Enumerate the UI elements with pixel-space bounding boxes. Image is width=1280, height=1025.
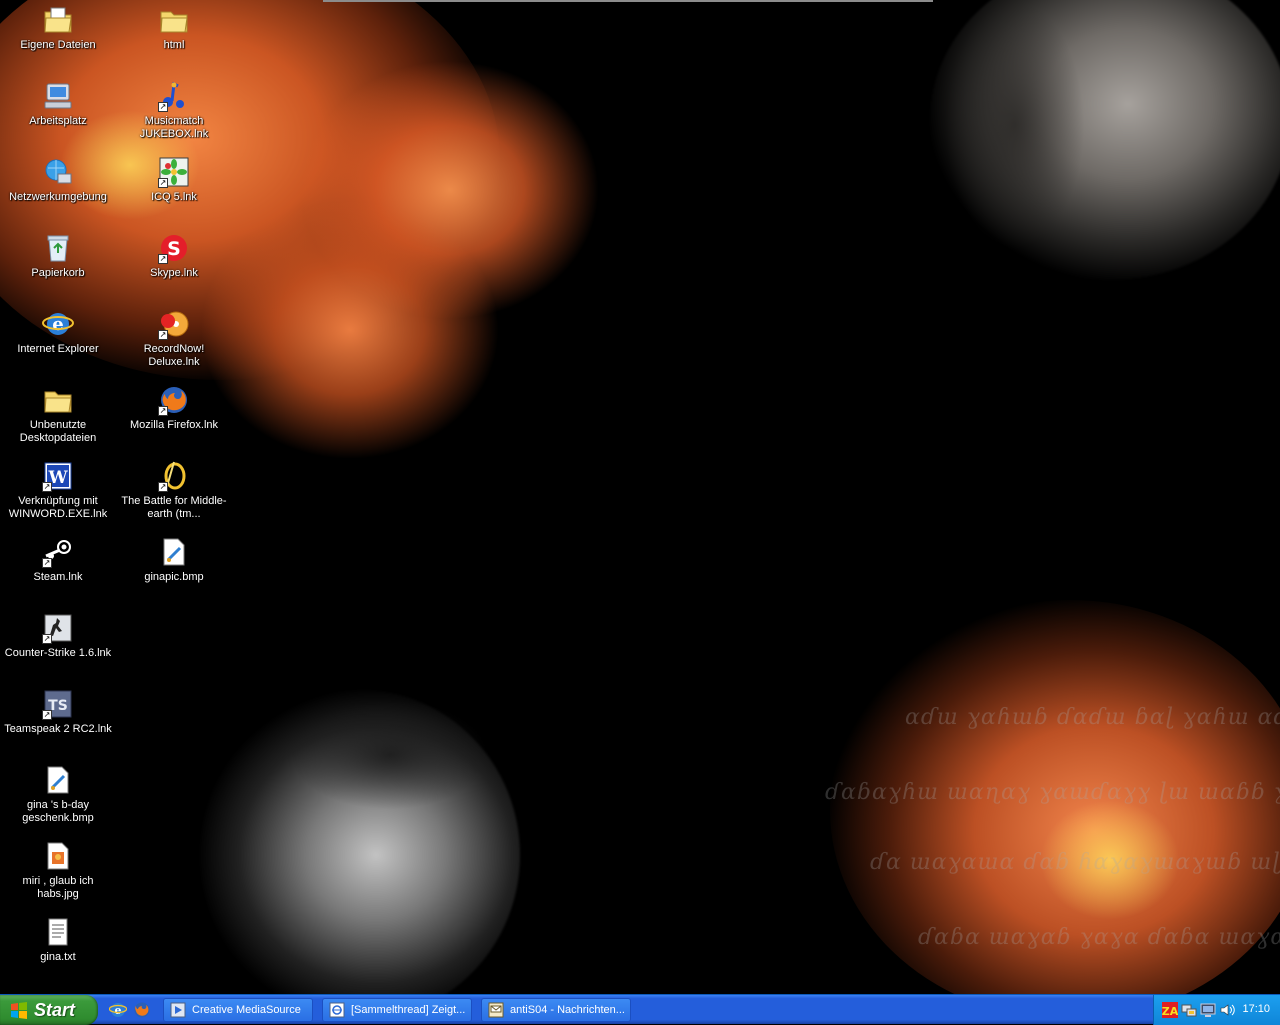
wallpaper-portrait-hair [290,700,490,810]
icon-label: Netzwerkumgebung [9,191,107,203]
icon-label: Eigene Dateien [20,39,96,51]
bitmap-image-icon [163,538,185,566]
svg-text:ZA: ZA [1162,1005,1178,1018]
start-label: Start [34,999,76,1020]
windows-logo-icon [11,1002,27,1019]
desktop-icon-battle-middle-earth[interactable]: ↗ The Battle for Middle-earth (tm... [117,456,231,526]
desktop-icon-firefox[interactable]: ↗ Mozilla Firefox.lnk [117,380,231,450]
icon-label: Skype.lnk [150,267,198,279]
desktop-icon-recycle-bin[interactable]: Papierkorb [1,228,115,298]
desktop-icon-internet-explorer[interactable]: e Internet Explorer [1,304,115,374]
recycle-bin-icon [47,235,69,262]
display-tray-icon[interactable] [1200,1002,1216,1018]
browser-window-icon [329,1002,345,1018]
shortcut-arrow-icon: ↗ [158,406,168,416]
media-source-icon [170,1002,186,1018]
taskbar-button-creative-mediasource[interactable]: Creative MediaSource [163,998,313,1022]
icon-label: Arbeitsplatz [29,115,87,127]
my-computer-icon [44,83,72,109]
desktop-icon-recordnow[interactable]: ↗ RecordNow! Deluxe.lnk [117,304,231,374]
icon-label: Internet Explorer [17,343,99,355]
icon-label: Unbenutzte Desktopdateien [19,419,97,444]
icon-label: gina.txt [40,951,76,963]
icon-label: Musicmatch JUKEBOX.lnk [139,115,209,140]
wallpaper-script-line: ɗɑɓɑ ɯɑɣɑɓ ɣɑɣɑ ɗɑɓɑ ɯɑɣɑɣ ɣɑɣɯɑɣɑɣɑɓ [918,925,1280,950]
desktop-icon-network-places[interactable]: Netzwerkumgebung [1,152,115,222]
desktop-icon-my-computer[interactable]: Arbeitsplatz [1,76,115,146]
desktop-icon-my-documents[interactable]: Eigene Dateien [1,0,115,70]
desktop-icon-skype[interactable]: S ↗ Skype.lnk [117,228,231,298]
task-label: [Sammelthread] Zeigt... [351,1004,466,1016]
taskbar-button-sammelthread[interactable]: [Sammelthread] Zeigt... [322,998,472,1022]
desktop-icon-gina-txt[interactable]: gina.txt [1,912,115,982]
icon-label: Papierkorb [31,267,85,279]
taskbar: Start e Creative MediaSource [Sammelthre… [0,994,1280,1025]
clock[interactable]: 17:10 [1242,1003,1270,1015]
desktop-icon-winword-shortcut[interactable]: W ↗ Verknüpfung mit WINWORD.EXE.lnk [1,456,115,526]
taskbar-button-antis04-nachrichten[interactable]: antiS04 - Nachrichten... [481,998,631,1022]
wallpaper-script-line: ɗɑɓɑɣɦɯ ɯɑɳɑɣ ɣɑɯɗɑɣɣ ɭɯ ɯɑɓɓ ɣɑɣɑ ɯɣɑɣ [825,780,1280,805]
wallpaper-script-line: ɗɑ ɯɑɣɑɯɑ ɗɑɓ ɦɑɣɑɣɯɑɣɯɓ ɯɭ ɭɯ ɣɑɗɑ ɯɑɣ [870,850,1280,875]
desktop-icon-gina-bday-bmp[interactable]: gina 's b-day geschenk.bmp [1,760,115,830]
volume-icon[interactable] [1219,1002,1235,1018]
wallpaper-flower-petal [200,200,500,460]
my-documents-icon [44,7,72,33]
internet-explorer-icon[interactable]: e [109,1001,127,1019]
svg-text:S: S [167,238,181,260]
desktop-icon-html-folder[interactable]: html [117,0,231,70]
desktop-icon-unused-desktop-files[interactable]: Unbenutzte Desktopdateien [1,380,115,450]
desktop-icon-teamspeak[interactable]: TS ↗ Teamspeak 2 RC2.lnk [1,684,115,754]
icon-label: The Battle for Middle-earth (tm... [121,495,227,520]
network-tray-icon[interactable] [1181,1002,1197,1018]
icon-label: Mozilla Firefox.lnk [129,419,219,431]
folder-icon [160,11,188,33]
bitmap-image-icon [47,766,69,794]
firefox-icon[interactable] [133,1001,151,1019]
start-button[interactable]: Start [0,995,98,1025]
zonealarm-icon[interactable]: ZA [1162,1002,1178,1018]
shortcut-arrow-icon: ↗ [42,482,52,492]
network-places-icon [45,159,72,184]
shortcut-arrow-icon: ↗ [158,330,168,340]
desktop-icon-steam[interactable]: ↗ Steam.lnk [1,532,115,602]
window-edge-line [323,0,933,2]
task-label: Creative MediaSource [192,1004,301,1016]
desktop-icon-musicmatch[interactable]: ↗ Musicmatch JUKEBOX.lnk [117,76,231,146]
icon-label: Teamspeak 2 RC2.lnk [4,723,112,735]
system-tray: ZA 17:10 [1153,995,1280,1025]
text-file-icon [48,918,68,946]
shortcut-arrow-icon: ↗ [158,178,168,188]
shortcut-arrow-icon: ↗ [158,254,168,264]
messages-icon [488,1002,504,1018]
desktop-icon-counter-strike[interactable]: ↗ Counter-Strike 1.6.lnk [1,608,115,678]
shortcut-arrow-icon: ↗ [158,482,168,492]
desktop-icon-ginapic-bmp[interactable]: ginapic.bmp [117,532,231,602]
shortcut-arrow-icon: ↗ [42,634,52,644]
folder-icon [44,391,72,413]
desktop-icon-miri-jpg[interactable]: miri , glaub ich habs.jpg [1,836,115,906]
icon-label: gina 's b-day geschenk.bmp [22,799,94,824]
icon-label: miri , glaub ich habs.jpg [22,875,94,900]
icon-label: RecordNow! Deluxe.lnk [143,343,205,368]
icon-label: html [163,39,185,51]
icon-label: ICQ 5.lnk [151,191,197,203]
task-label: antiS04 - Nachrichten... [510,1004,625,1016]
desktop-icon-icq[interactable]: ↗ ICQ 5.lnk [117,152,231,222]
icon-label: Verknüpfung mit WINWORD.EXE.lnk [8,495,108,520]
wallpaper-script-line: ɑɗɯ ɣɑɦɯɓ ɗɑɗɯ ɓɑɭ ɣɑɦɯ ɑɗɯɗɑɦɯ ɑɦɑ [905,705,1280,730]
jpeg-image-icon [47,842,69,870]
icon-label: ginapic.bmp [144,571,204,583]
internet-explorer-icon: e [42,313,74,335]
shortcut-arrow-icon: ↗ [42,710,52,720]
icon-label: Steam.lnk [33,571,83,583]
icon-label: Counter-Strike 1.6.lnk [4,647,112,659]
shortcut-arrow-icon: ↗ [158,102,168,112]
wallpaper-portrait-hair [945,0,1085,250]
shortcut-arrow-icon: ↗ [42,558,52,568]
